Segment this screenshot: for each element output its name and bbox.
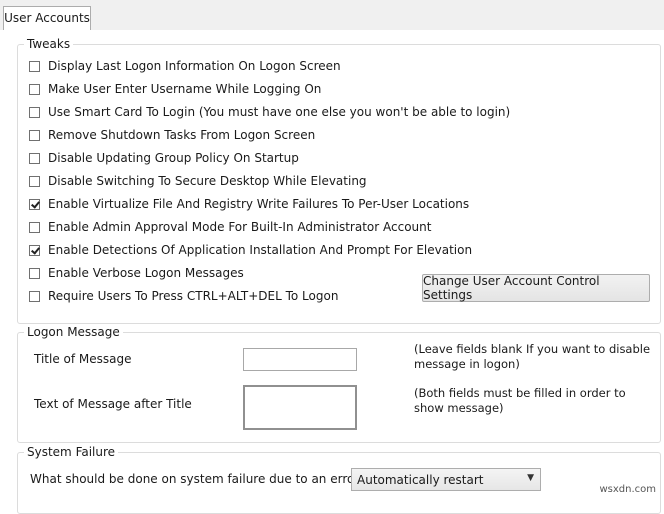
tweak-label: Enable Admin Approval Mode For Built-In … <box>48 220 432 234</box>
tab-strip: User Accounts <box>0 0 664 31</box>
checkbox-unchecked[interactable] <box>29 152 40 164</box>
tweak-label: Enable Virtualize File And Registry Writ… <box>48 197 470 211</box>
tweak-checkbox-row[interactable]: Display Last Logon Information On Logon … <box>29 57 341 75</box>
title-of-message-input[interactable] <box>243 348 357 371</box>
tweak-checkbox-row[interactable]: Remove Shutdown Tasks From Logon Screen <box>29 126 315 144</box>
tweak-label: Enable Detections Of Application Install… <box>48 243 473 257</box>
tweak-checkbox-row[interactable]: Enable Admin Approval Mode For Built-In … <box>29 218 431 236</box>
text-of-message-input[interactable] <box>243 385 357 430</box>
tweak-label: Make User Enter Username While Logging O… <box>48 82 322 96</box>
tweaks-group-title: Tweaks <box>24 36 74 52</box>
checkbox-unchecked[interactable] <box>29 175 40 187</box>
checkbox-unchecked[interactable] <box>29 129 40 141</box>
tweak-checkbox-row[interactable]: Require Users To Press CTRL+ALT+DEL To L… <box>29 287 338 305</box>
checkbox-checked[interactable] <box>29 244 40 256</box>
tweak-checkbox-row[interactable]: Use Smart Card To Login (You must have o… <box>29 103 510 121</box>
tweak-label: Use Smart Card To Login (You must have o… <box>48 105 511 119</box>
tweak-label: Disable Switching To Secure Desktop Whil… <box>48 174 367 188</box>
tab-panel: Tweaks Display Last Logon Information On… <box>0 30 664 514</box>
system-failure-group-title: System Failure <box>24 444 119 460</box>
title-of-message-label: Title of Message <box>34 352 132 366</box>
system-failure-selected-value: Automatically restart <box>357 472 484 487</box>
tweak-checkbox-row[interactable]: Enable Verbose Logon Messages <box>29 264 244 282</box>
checkbox-unchecked[interactable] <box>29 290 40 302</box>
tweak-label: Require Users To Press CTRL+ALT+DEL To L… <box>48 289 339 303</box>
watermark: wsxdn.com <box>599 484 656 495</box>
checkbox-unchecked[interactable] <box>29 221 40 233</box>
checkbox-unchecked[interactable] <box>29 267 40 279</box>
checkbox-unchecked[interactable] <box>29 60 40 72</box>
both-fields-note: (Both fields must be filled in order to … <box>414 386 626 415</box>
tweak-label: Remove Shutdown Tasks From Logon Screen <box>48 128 316 142</box>
tweak-checkbox-row[interactable]: Make User Enter Username While Logging O… <box>29 80 321 98</box>
tweak-label: Display Last Logon Information On Logon … <box>48 59 341 73</box>
checkbox-unchecked[interactable] <box>29 106 40 118</box>
system-failure-action-select[interactable]: Automatically restart ▼ <box>351 468 541 491</box>
chevron-down-icon: ▼ <box>527 473 534 483</box>
checkbox-checked[interactable] <box>29 198 40 210</box>
system-failure-question: What should be done on system failure du… <box>30 472 364 486</box>
tweak-checkbox-row[interactable]: Disable Updating Group Policy On Startup <box>29 149 299 167</box>
tweak-label: Disable Updating Group Policy On Startup <box>48 151 299 165</box>
tweak-checkbox-row[interactable]: Enable Virtualize File And Registry Writ… <box>29 195 469 213</box>
change-uac-settings-button[interactable]: Change User Account Control Settings <box>422 274 650 302</box>
tweak-checkbox-row[interactable]: Enable Detections Of Application Install… <box>29 241 472 259</box>
tweak-label: Enable Verbose Logon Messages <box>48 266 244 280</box>
logon-message-group-title: Logon Message <box>24 324 123 340</box>
tweak-checkbox-row[interactable]: Disable Switching To Secure Desktop Whil… <box>29 172 367 190</box>
leave-blank-note: (Leave fields blank If you want to disab… <box>414 342 651 371</box>
checkbox-unchecked[interactable] <box>29 83 40 95</box>
text-of-message-label: Text of Message after Title <box>34 397 192 411</box>
tab-user-accounts[interactable]: User Accounts <box>3 6 91 30</box>
